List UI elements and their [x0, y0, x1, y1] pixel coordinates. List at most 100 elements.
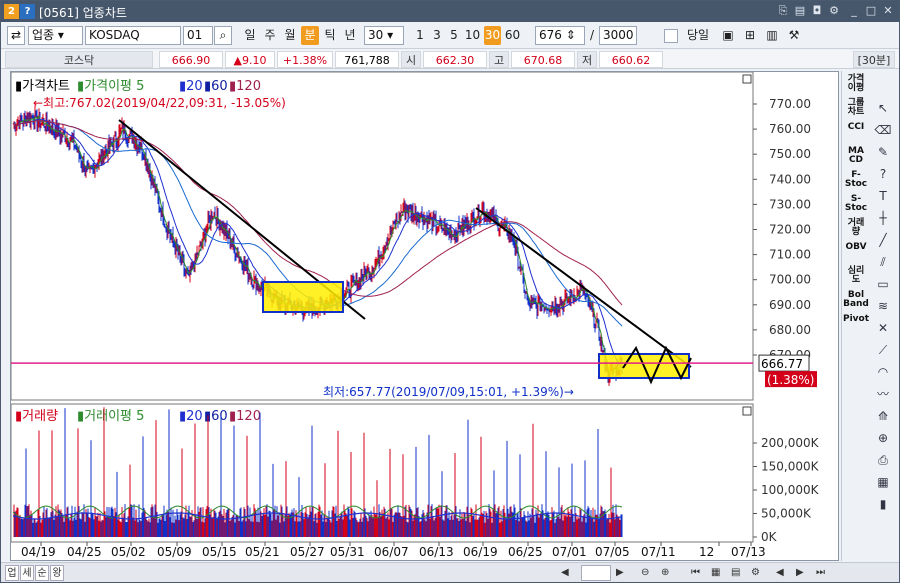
grid-icon[interactable]: ⊞: [741, 26, 759, 45]
eraser-icon[interactable]: ⌫: [873, 121, 893, 139]
doc-icon[interactable]: ▤: [793, 4, 807, 18]
total-input[interactable]: 3000: [599, 26, 637, 45]
period-button[interactable]: 틱: [321, 26, 339, 45]
channel-icon[interactable]: ⫽: [873, 253, 893, 271]
quote-volume: 761,788: [335, 51, 399, 68]
fan-icon[interactable]: ⟋: [873, 341, 893, 359]
same-day-checkbox[interactable]: [664, 29, 678, 43]
wave-icon[interactable]: 〰: [873, 385, 893, 403]
export-icon[interactable]: ▦: [873, 473, 893, 491]
interval-button[interactable]: 10: [464, 26, 481, 45]
help-icon[interactable]: ?: [873, 165, 893, 183]
trend-line-icon[interactable]: ╱: [873, 231, 893, 249]
auto-trend-icon[interactable]: ⟰: [873, 407, 893, 425]
scrollbar-thumb[interactable]: [581, 565, 611, 581]
first-icon[interactable]: ⏮: [691, 565, 700, 581]
price-panel-maximize-icon: [742, 74, 752, 84]
tools-icon[interactable]: ⚒: [785, 26, 803, 45]
indicator-button[interactable]: 거래 량: [843, 219, 869, 239]
maximize-icon[interactable]: □: [864, 4, 878, 18]
indicator-button[interactable]: Bol Band: [843, 291, 869, 311]
screen-code: [0561]: [39, 6, 79, 20]
interval-button[interactable]: 60: [504, 26, 521, 45]
interval-select[interactable]: 30 ▾: [364, 26, 404, 45]
vertical-line-icon[interactable]: ┼: [873, 209, 893, 227]
arc-icon[interactable]: ◠: [873, 363, 893, 381]
indicator-button[interactable]: F- Stoc: [843, 171, 869, 191]
rectangle-icon[interactable]: ▭: [873, 275, 893, 293]
count-stepper[interactable]: 676 ⇕: [535, 26, 585, 45]
chart-canvas[interactable]: 770.00 760.00 750.00 740.00 730.00 720.00 710.…: [10, 71, 838, 560]
indicator-button[interactable]: 가격 이평: [843, 75, 869, 95]
interval-button[interactable]: 30: [484, 26, 501, 45]
bottom-tab[interactable]: 순: [35, 565, 49, 581]
bottom-tab[interactable]: 세: [20, 565, 34, 581]
bar-chart-icon[interactable]: ▮: [873, 495, 893, 513]
cursor-icon[interactable]: ↖: [873, 99, 893, 117]
x-axis-label: 05/31: [330, 545, 365, 559]
indicator-button[interactable]: Pivot: [843, 315, 869, 335]
camera-icon[interactable]: ◘: [810, 4, 824, 18]
lock-icon[interactable]: ▣: [719, 26, 737, 45]
fibonacci-icon[interactable]: ≋: [873, 297, 893, 315]
text-icon[interactable]: T: [873, 187, 893, 205]
save-icon[interactable]: ▥: [763, 26, 781, 45]
period-button[interactable]: 년: [341, 26, 359, 45]
gann-icon[interactable]: ✕: [873, 319, 893, 337]
zoom-icon[interactable]: ⊕: [873, 429, 893, 447]
symbol-input[interactable]: KOSDAQ: [85, 26, 181, 45]
print-icon[interactable]: ⎙: [873, 451, 893, 469]
volume-legend-ma120: ▮120: [229, 409, 261, 424]
close-icon[interactable]: ✕: [881, 4, 895, 18]
table-icon[interactable]: ▤: [731, 565, 740, 581]
settings-icon[interactable]: ⚙: [827, 4, 841, 18]
minimize-icon[interactable]: _: [847, 4, 861, 18]
window-title: [0561] 업종차트: [39, 4, 127, 21]
interval-select-value: 30: [368, 28, 384, 42]
search-icon[interactable]: ⌕: [214, 26, 232, 45]
type-select[interactable]: 업종 ▾: [28, 26, 83, 45]
volume-axis-label: 150,000K: [761, 460, 820, 474]
symbol-value: KOSDAQ: [89, 28, 140, 42]
interval-button[interactable]: 3: [430, 26, 444, 45]
volume-panel-maximize-icon: [742, 406, 752, 416]
period-button[interactable]: 일: [241, 26, 259, 45]
x-axis-label: 05/27: [290, 545, 325, 559]
bottom-tab[interactable]: 업: [5, 565, 19, 581]
link-icon[interactable]: ⎘: [776, 4, 790, 18]
period-button[interactable]: 주: [261, 26, 279, 45]
prev-icon[interactable]: ◀: [776, 565, 784, 581]
price-legend-ma-label: ▮가격이평 5: [77, 79, 144, 94]
bottom-tab[interactable]: 왕: [50, 565, 64, 581]
zoom-in-icon[interactable]: ⊕: [661, 565, 669, 581]
interval-button[interactable]: 5: [447, 26, 461, 45]
indicator-button[interactable]: OBV: [843, 243, 869, 263]
x-axis-label: 06/19: [463, 545, 498, 559]
pin-icon[interactable]: ⇄: [7, 26, 25, 45]
next-icon[interactable]: ▶: [796, 565, 804, 581]
grid-toggle-icon[interactable]: ▦: [711, 565, 720, 581]
low-note: 최저:657.77(2019/07/09,15:01, +1.39%)→: [323, 385, 574, 399]
period-button[interactable]: 분: [301, 26, 319, 45]
indicator-button[interactable]: 심리 도: [843, 267, 869, 287]
x-axis-label: 12: [699, 545, 714, 559]
end-icon[interactable]: ⏭: [816, 565, 825, 581]
zoom-out-icon[interactable]: ⊖: [641, 565, 649, 581]
indicator-button[interactable]: 그룹 차트: [843, 99, 869, 119]
indicator-button[interactable]: S- Stoc: [843, 195, 869, 215]
title-bar: 2 ? [0561] 업종차트 ⎘ ▤ ◘ ⚙ _ □ ✕: [1, 1, 899, 22]
type-select-value: 업종: [32, 28, 55, 42]
x-axis-label: 04/25: [67, 545, 102, 559]
indicator-button[interactable]: MA CD: [843, 147, 869, 167]
chart-area[interactable]: 770.00 760.00 750.00 740.00 730.00 720.00 710.…: [10, 71, 839, 561]
all-erase-icon[interactable]: ✎: [873, 143, 893, 161]
config-icon[interactable]: ⚙: [751, 565, 760, 581]
scroll-left-icon[interactable]: ◀: [561, 565, 569, 581]
interval-button[interactable]: 1: [413, 26, 427, 45]
code-input[interactable]: 01: [183, 26, 213, 45]
x-axis-label: 04/19: [21, 545, 56, 559]
scroll-right-icon[interactable]: ▶: [616, 565, 624, 581]
price-axis-label: 720.00: [769, 223, 811, 237]
indicator-button[interactable]: CCI: [843, 123, 869, 143]
period-button[interactable]: 월: [281, 26, 299, 45]
